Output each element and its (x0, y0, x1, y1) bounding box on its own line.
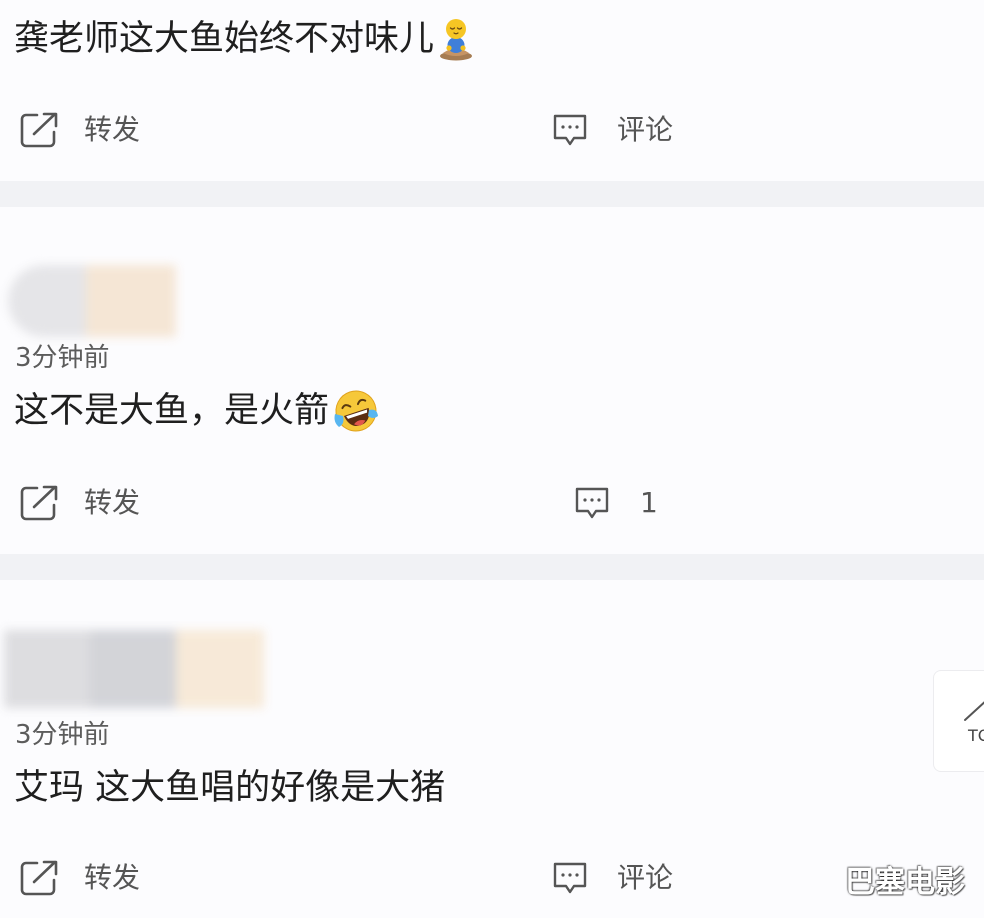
comment-icon (552, 113, 588, 147)
comment-text: 这不是大鱼，是火箭 (14, 388, 379, 434)
meditate-emoji (438, 17, 474, 61)
comment-label: 评论 (617, 861, 674, 894)
comment-icon (552, 861, 588, 895)
comment-count: 1 (640, 486, 658, 519)
comment-button[interactable]: 评论 (552, 110, 673, 150)
comment-text-content: 这不是大鱼，是火箭 (14, 391, 330, 431)
share-icon (19, 111, 59, 149)
comment-text: 龚老师这大鱼始终不对味儿 (14, 16, 474, 61)
back-to-top-button[interactable]: TO (933, 670, 984, 772)
comment-card: 龚老师这大鱼始终不对味儿 转发 评论 (0, 0, 984, 181)
comment-time: 3分钟前 (15, 343, 110, 373)
share-label: 转发 (84, 486, 141, 519)
watermark: 巴塞电影 (845, 865, 965, 900)
comment-icon (574, 486, 610, 520)
blurred-avatar (8, 265, 86, 337)
blurred-name (176, 630, 264, 708)
arrow-up-icon (964, 701, 984, 721)
share-button[interactable]: 转发 (19, 110, 140, 150)
back-to-top-label: TO (968, 726, 984, 745)
share-button[interactable]: 转发 (19, 858, 140, 898)
blurred-username[interactable] (8, 265, 176, 337)
comment-text-content: 龚老师这大鱼始终不对味儿 (14, 19, 435, 59)
comment-label: 评论 (617, 113, 674, 146)
share-label: 转发 (84, 861, 141, 894)
blurred-username[interactable] (4, 630, 264, 708)
comment-button[interactable]: 1 (574, 483, 658, 523)
card-divider (0, 181, 984, 207)
blurred-name (86, 265, 176, 337)
share-icon (19, 859, 59, 897)
comment-card: 3分钟前 艾玛 这大鱼唱的好像是大猪 转发 评论 (0, 580, 984, 918)
comment-text: 艾玛 这大鱼唱的好像是大猪 (14, 765, 445, 810)
blurred-name (90, 630, 176, 708)
laugh-cry-emoji (333, 388, 379, 434)
blurred-avatar (4, 630, 90, 708)
comment-card: 3分钟前 这不是大鱼，是火箭 转发 1 (0, 207, 984, 554)
share-icon (19, 484, 59, 522)
share-button[interactable]: 转发 (19, 483, 140, 523)
card-divider (0, 554, 984, 580)
comment-button[interactable]: 评论 (552, 858, 673, 898)
share-label: 转发 (84, 113, 141, 146)
comment-time: 3分钟前 (15, 720, 110, 750)
comment-text-content: 艾玛 这大鱼唱的好像是大猪 (14, 768, 446, 808)
